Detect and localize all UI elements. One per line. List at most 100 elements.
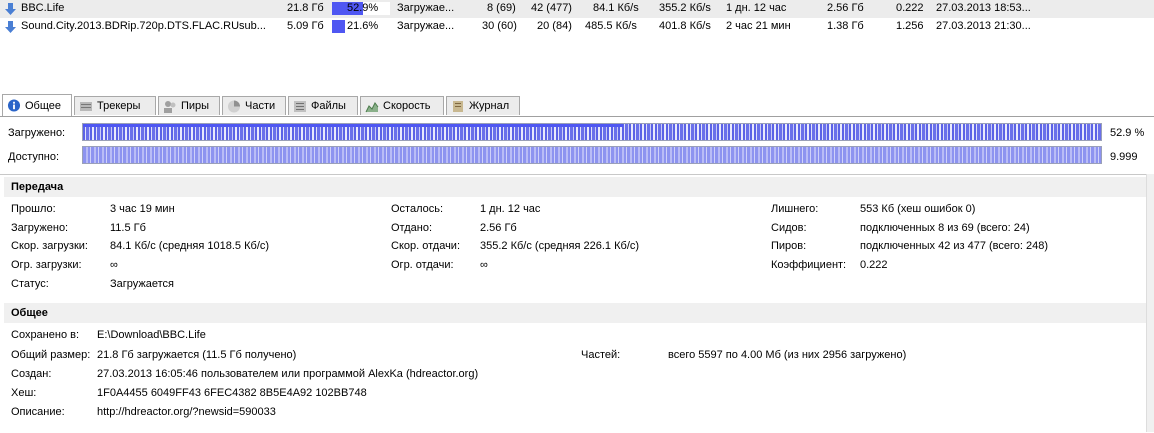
total-size-value: 21.8 Гб загружается (11.5 Гб получено) xyxy=(97,349,297,361)
general-section-header: Общее xyxy=(4,303,1146,323)
download-arrow-icon xyxy=(5,3,16,15)
torrent-ratio: 1.256 xyxy=(896,20,924,32)
available-bar-label: Доступно: xyxy=(8,151,60,163)
torrent-ratio: 0.222 xyxy=(896,2,924,14)
downloaded-bar-value: 52.9 % xyxy=(1110,127,1145,139)
down-speed-label: Скор. загрузки: xyxy=(11,240,88,252)
torrent-up-speed: 401.8 Кб/s xyxy=(659,20,711,32)
tab-general[interactable]: Общее xyxy=(2,94,72,116)
torrent-row[interactable]: BBC.Life 21.8 Гб 52.9% Загружае... 8 (69… xyxy=(0,0,1154,18)
wasted-label: Лишнего: xyxy=(771,203,819,215)
peers-label: Пиров: xyxy=(771,240,807,252)
torrent-uploaded: 1.38 Гб xyxy=(827,20,864,32)
tab-speed[interactable]: Скорость xyxy=(360,96,444,115)
torrent-status: Загружае... xyxy=(397,20,455,32)
ratio-label: Коэффициент: xyxy=(771,259,847,271)
torrent-size: 5.09 Гб xyxy=(287,20,324,32)
available-pieces-bar xyxy=(82,146,1102,164)
down-speed-value: 84.1 Кб/с (средняя 1018.5 Кб/с) xyxy=(110,240,270,252)
downloaded-pieces-bar xyxy=(82,123,1102,141)
torrent-size: 21.8 Гб xyxy=(287,2,324,14)
tab-label: Скорость xyxy=(383,100,431,112)
vertical-scrollbar[interactable] xyxy=(1146,174,1154,432)
down-limit-label: Огр. загрузки: xyxy=(11,259,82,271)
tab-peers[interactable]: Пиры xyxy=(158,96,220,115)
downloaded-label: Загружено: xyxy=(11,222,69,234)
detail-tabs: Общее Трекеры Пиры Части Файлы Скорость … xyxy=(0,94,1154,117)
saved-label: Сохранено в: xyxy=(11,329,80,341)
wasted-value: 553 Кб (хеш ошибок 0) xyxy=(860,203,976,215)
info-icon xyxy=(7,99,21,112)
section-title: Передача xyxy=(11,181,64,193)
pieces-label: Частей: xyxy=(581,349,621,361)
section-title: Общее xyxy=(11,307,48,319)
torrent-seeds: 30 (60) xyxy=(482,20,517,32)
seeds-label: Сидов: xyxy=(771,222,807,234)
torrent-seeds: 8 (69) xyxy=(487,2,516,14)
torrent-name: Sound.City.2013.BDRip.720p.DTS.FLAC.RUsu… xyxy=(21,20,266,32)
up-speed-label: Скор. отдачи: xyxy=(391,240,461,252)
torrent-peers: 42 (477) xyxy=(531,2,572,14)
downloaded-bar-label: Загружено: xyxy=(8,127,66,139)
tab-files[interactable]: Файлы xyxy=(288,96,358,115)
pieces-value: всего 5597 по 4.00 Мб (из них 2956 загру… xyxy=(668,349,907,361)
created-value: 27.03.2013 16:05:46 пользователем или пр… xyxy=(97,368,479,380)
total-size-label: Общий размер: xyxy=(11,349,91,361)
remaining-value: 1 дн. 12 час xyxy=(480,203,541,215)
torrent-peers: 20 (84) xyxy=(537,20,572,32)
torrent-eta: 2 час 21 мин xyxy=(726,20,791,32)
trackers-icon xyxy=(80,101,92,111)
tab-label: Журнал xyxy=(469,100,510,112)
torrent-progress: 52.9% xyxy=(332,2,390,15)
peers-icon xyxy=(164,100,176,113)
torrent-uploaded: 2.56 Гб xyxy=(827,2,864,14)
tab-pieces[interactable]: Части xyxy=(222,96,286,115)
pieces-icon xyxy=(228,100,240,112)
seeds-value: подключенных 8 из 69 (всего: 24) xyxy=(860,222,1030,234)
tab-trackers[interactable]: Трекеры xyxy=(74,96,156,115)
torrent-added: 27.03.2013 21:30... xyxy=(936,20,1031,32)
tab-label: Файлы xyxy=(311,100,346,112)
torrent-down-speed: 485.5 Кб/s xyxy=(585,20,637,32)
tab-label: Трекеры xyxy=(97,100,141,112)
hash-value[interactable]: 1F0A4455 6049FF43 6FEC4382 8B5E4A92 102B… xyxy=(97,387,367,399)
tab-log[interactable]: Журнал xyxy=(446,96,520,115)
hash-label: Хеш: xyxy=(11,387,37,399)
tab-label: Общее xyxy=(25,99,62,112)
torrent-eta: 1 дн. 12 час xyxy=(726,2,787,14)
up-limit-label: Огр. отдачи: xyxy=(391,259,454,271)
transfer-section-header: Передача xyxy=(4,177,1146,197)
description-value[interactable]: http://hdreactor.org/?newsid=590033 xyxy=(97,406,276,418)
info-panel: Передача Прошло: 3 час 19 мин Загружено:… xyxy=(0,174,1148,433)
saved-value: E:\Download\BBC.Life xyxy=(97,329,206,341)
uploaded-value: 2.56 Гб xyxy=(480,222,517,234)
up-speed-value: 355.2 Кб/с (средняя 226.1 Кб/с) xyxy=(480,240,640,252)
description-label: Описание: xyxy=(11,406,65,418)
ratio-value: 0.222 xyxy=(860,259,888,271)
down-limit-value: ∞ xyxy=(110,259,118,271)
peers-value: подключенных 42 из 477 (всего: 248) xyxy=(860,240,1049,252)
torrent-status: Загружае... xyxy=(397,2,455,14)
remaining-label: Осталось: xyxy=(391,203,444,215)
tab-label: Пиры xyxy=(181,100,210,112)
download-arrow-icon xyxy=(5,21,16,33)
torrent-row[interactable]: Sound.City.2013.BDRip.720p.DTS.FLAC.RUsu… xyxy=(0,18,1154,36)
torrent-up-speed: 355.2 Кб/s xyxy=(659,2,711,14)
speed-icon xyxy=(365,101,379,112)
elapsed-value: 3 час 19 мин xyxy=(110,203,175,215)
tab-label: Части xyxy=(245,100,276,112)
downloaded-value: 11.5 Гб xyxy=(110,222,146,234)
created-label: Создан: xyxy=(11,368,52,380)
torrent-added: 27.03.2013 18:53... xyxy=(936,2,1031,14)
progress-label: 21.6% xyxy=(347,20,379,32)
torrent-down-speed: 84.1 Кб/s xyxy=(593,2,639,14)
torrent-name: BBC.Life xyxy=(21,2,65,14)
available-bar-value: 9.999 xyxy=(1110,151,1138,163)
status-value: Загружается xyxy=(110,278,174,290)
up-limit-value: ∞ xyxy=(480,259,488,271)
status-label: Статус: xyxy=(11,278,49,290)
files-icon xyxy=(294,100,306,112)
log-icon xyxy=(453,100,463,112)
elapsed-label: Прошло: xyxy=(11,203,56,215)
uploaded-label: Отдано: xyxy=(391,222,433,234)
